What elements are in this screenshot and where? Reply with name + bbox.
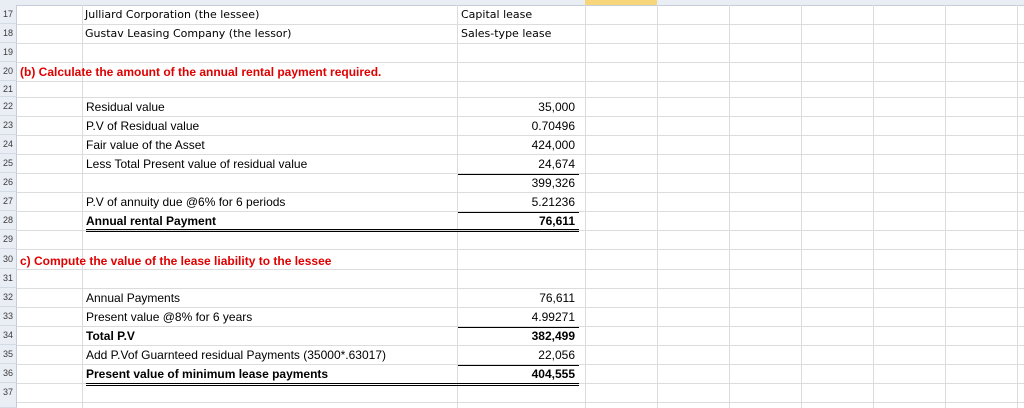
row-header-22[interactable]: 22 [0, 97, 17, 116]
row-header-17[interactable]: 17 [0, 5, 17, 24]
label-pv-annuity-due[interactable]: P.V of annuity due @6% for 6 periods [86, 195, 285, 209]
row-header-23[interactable]: 23 [0, 116, 17, 135]
label-present-value-8[interactable]: Present value @8% for 6 years [86, 310, 252, 324]
row-header-33[interactable]: 33 [0, 307, 17, 326]
row-header-30[interactable]: 30 [0, 249, 17, 269]
value-total-pv[interactable]: 382,499 [455, 329, 575, 343]
section-c-title[interactable]: c) Compute the value of the lease liabil… [20, 254, 331, 268]
value-subtotal[interactable]: 399,326 [455, 176, 575, 190]
value-residual-value[interactable]: 35,000 [455, 100, 575, 114]
cell-capital-lease[interactable]: Capital lease [461, 8, 532, 21]
row-header-37[interactable]: 37 [0, 383, 17, 408]
row-header-32[interactable]: 32 [0, 288, 17, 307]
underline-annual-rental [458, 212, 579, 213]
row-header-31[interactable]: 31 [0, 269, 17, 288]
row-header-29[interactable]: 29 [0, 230, 17, 249]
row-header-34[interactable]: 34 [0, 326, 17, 345]
underline-total-pv [458, 327, 579, 328]
row-header-35[interactable]: 35 [0, 345, 17, 364]
label-guaranteed-residual[interactable]: Add P.Vof Guarnteed residual Payments (3… [86, 348, 386, 362]
value-fair-value[interactable]: 424,000 [455, 138, 575, 152]
label-residual-value[interactable]: Residual value [86, 100, 165, 114]
value-present-value-8[interactable]: 4.99271 [455, 310, 575, 324]
row-header-21[interactable]: 21 [0, 81, 17, 97]
label-annual-rental[interactable]: Annual rental Payment [86, 214, 216, 228]
row-header-19[interactable]: 19 [0, 43, 17, 62]
row-header-26[interactable]: 26 [0, 173, 17, 192]
value-guaranteed-residual[interactable]: 22,056 [455, 348, 575, 362]
column-header-strip[interactable] [0, 0, 1024, 6]
double-underline-bottom-b [86, 231, 579, 232]
double-underline-top-c [86, 383, 579, 384]
row-header-36[interactable]: 36 [0, 364, 17, 383]
label-min-lease-payments[interactable]: Present value of minimum lease payments [86, 367, 328, 381]
label-less-total-pv[interactable]: Less Total Present value of residual val… [86, 157, 307, 171]
cell-lessor[interactable]: Gustav Leasing Company (the lessor) [85, 27, 291, 40]
row-header-28[interactable]: 28 [0, 211, 17, 230]
label-pv-residual[interactable]: P.V of Residual value [86, 119, 199, 133]
value-less-total-pv[interactable]: 24,674 [455, 157, 575, 171]
value-min-lease-payments[interactable]: 404,555 [455, 367, 575, 381]
section-b-title[interactable]: (b) Calculate the amount of the annual r… [20, 65, 381, 79]
double-underline-top-b [86, 229, 579, 230]
value-annual-payments[interactable]: 76,611 [455, 291, 575, 305]
label-total-pv[interactable]: Total P.V [86, 329, 135, 343]
cell-lessee[interactable]: Julliard Corporation (the lessee) [85, 8, 259, 21]
cell-sales-type-lease[interactable]: Sales-type lease [461, 27, 551, 40]
value-annual-rental[interactable]: 76,611 [455, 214, 575, 228]
row-header-18[interactable]: 18 [0, 24, 17, 43]
label-fair-value[interactable]: Fair value of the Asset [86, 138, 205, 152]
underline-min-lease [458, 365, 579, 366]
row-header-25[interactable]: 25 [0, 154, 17, 173]
row-header-27[interactable]: 27 [0, 192, 17, 211]
value-pv-residual[interactable]: 0.70496 [455, 119, 575, 133]
underline-subtotal [458, 174, 579, 175]
selected-column-header[interactable] [585, 0, 657, 5]
row-header-24[interactable]: 24 [0, 135, 17, 154]
label-annual-payments[interactable]: Annual Payments [86, 291, 180, 305]
row-header-20[interactable]: 20 [0, 62, 17, 81]
double-underline-bottom-c [86, 385, 579, 386]
value-pv-annuity-due[interactable]: 5.21236 [455, 195, 575, 209]
